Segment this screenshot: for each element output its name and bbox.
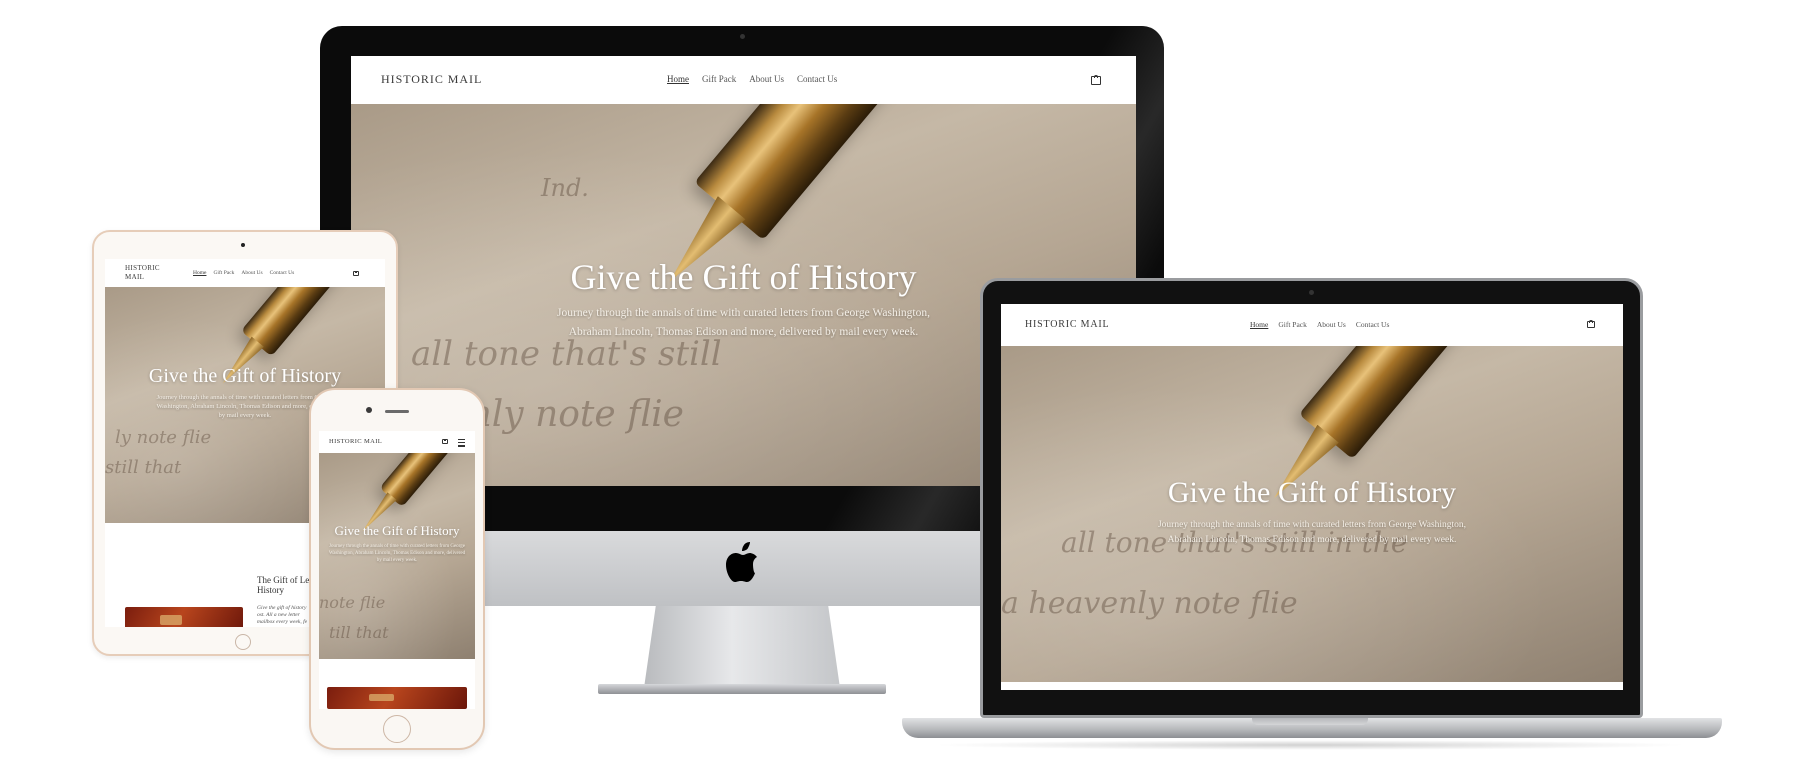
ipad-home-button <box>235 634 251 650</box>
imac-camera <box>740 34 745 39</box>
macbook-opening-notch <box>1252 718 1368 725</box>
product-image[interactable] <box>125 607 243 627</box>
hero-banner: all tone that's still in the a heavenly … <box>1001 346 1623 682</box>
section-title: The Gift of Le History <box>257 575 310 596</box>
nav-contact-us[interactable]: Contact Us <box>1356 320 1390 329</box>
iphone-screen: HISTORIC MAIL note flie till that Give t… <box>319 431 475 709</box>
hamburger-menu-icon[interactable] <box>458 439 465 449</box>
laptop-nav: Home Gift Pack About Us Contact Us <box>1250 320 1389 329</box>
product-image[interactable] <box>327 687 467 709</box>
hero-subtitle: Journey through the annals of time with … <box>1157 520 1467 545</box>
iphone-home-button <box>383 715 411 743</box>
section-text: Give the gift of history ost. All a new … <box>257 605 308 626</box>
fountain-pen-image <box>1298 346 1481 460</box>
site-logo[interactable]: HISTORIC MAIL <box>381 72 482 87</box>
desktop-header: HISTORIC MAIL Home Gift Pack About Us Co… <box>351 56 1136 104</box>
fountain-pen-image <box>694 104 911 241</box>
site-logo[interactable]: HISTORIC MAIL <box>125 264 160 282</box>
shopping-bag-icon[interactable] <box>1091 74 1101 85</box>
nav-home[interactable]: Home <box>193 270 206 276</box>
nav-home[interactable]: Home <box>667 74 689 84</box>
nav-about-us[interactable]: About Us <box>1317 320 1346 329</box>
fountain-pen-image <box>240 287 355 357</box>
hero-title: Give the Gift of History <box>1167 476 1457 509</box>
shopping-bag-icon[interactable] <box>353 270 359 276</box>
nav-contact-us[interactable]: Contact Us <box>797 74 837 84</box>
hero-title: Give the Gift of History <box>148 365 342 387</box>
tablet-header: HISTORIC MAIL Home Gift Pack About Us Co… <box>105 259 385 287</box>
imac-stand-base <box>598 684 886 694</box>
fountain-pen-image <box>379 453 473 508</box>
macbook-camera <box>1309 290 1314 295</box>
iphone-speaker <box>385 410 409 413</box>
nav-gift-pack[interactable]: Gift Pack <box>213 270 234 276</box>
shopping-bag-icon[interactable] <box>1587 320 1595 328</box>
hero-title: Give the Gift of History <box>334 523 460 538</box>
iphone-camera <box>366 407 372 413</box>
shopping-bag-icon[interactable] <box>442 438 448 444</box>
mobile-header: HISTORIC MAIL <box>319 431 475 453</box>
site-logo[interactable]: HISTORIC MAIL <box>1025 319 1109 330</box>
apple-logo-icon <box>726 542 757 582</box>
ipad-camera <box>241 243 245 247</box>
desktop-nav: Home Gift Pack About Us Contact Us <box>667 74 837 84</box>
nav-about-us[interactable]: About Us <box>241 270 262 276</box>
nav-contact-us[interactable]: Contact Us <box>270 270 295 276</box>
macbook-shadow <box>930 740 1690 750</box>
macbook-screen: HISTORIC MAIL Home Gift Pack About Us Co… <box>1001 304 1623 690</box>
hero-banner: note flie till that Give the Gift of His… <box>319 453 475 659</box>
hero-subtitle: Journey through the annals of time with … <box>328 544 466 563</box>
nav-about-us[interactable]: About Us <box>749 74 784 84</box>
nav-gift-pack[interactable]: Gift Pack <box>702 74 736 84</box>
nav-home[interactable]: Home <box>1250 320 1268 329</box>
laptop-header: HISTORIC MAIL Home Gift Pack About Us Co… <box>1001 304 1623 346</box>
site-logo[interactable]: HISTORIC MAIL <box>329 438 382 445</box>
nav-gift-pack[interactable]: Gift Pack <box>1278 320 1307 329</box>
tablet-nav: Home Gift Pack About Us Contact Us <box>193 270 294 276</box>
imac-stand <box>644 606 840 688</box>
